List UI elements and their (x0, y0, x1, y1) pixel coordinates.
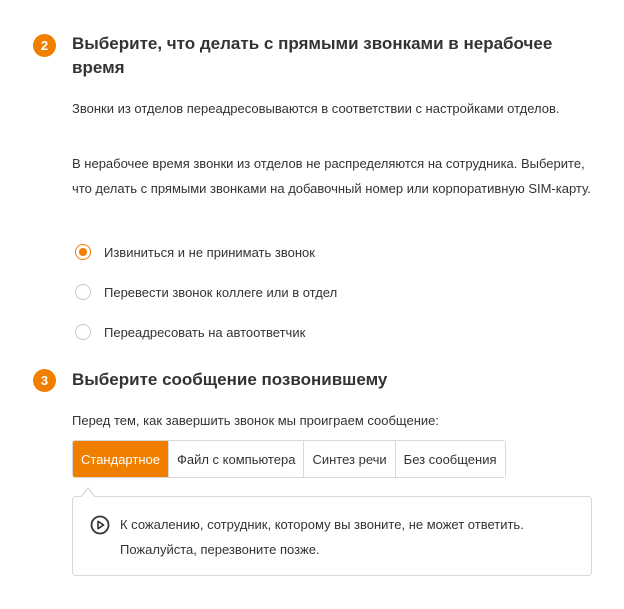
radio-button[interactable] (75, 324, 91, 340)
step-3-title: Выберите сообщение позвонившему (72, 370, 388, 389)
message-type-tabs: Стандартное Файл с компьютера Синтез реч… (72, 440, 506, 478)
step-3-intro: Перед тем, как завершить звонок мы проиг… (72, 413, 439, 428)
message-text: К сожалению, сотрудник, которому вы звон… (120, 517, 524, 557)
step-2-paragraph-after-hours: В нерабочее время звонки из отделов не р… (72, 156, 591, 196)
option-label: Перевести звонок коллеге или в отдел (104, 284, 338, 300)
option-label: Извиниться и не принимать звонок (104, 244, 315, 260)
option-label: Переадресовать на автоответчик (104, 324, 306, 340)
step-2-badge: 2 (33, 34, 56, 57)
step-3-badge: 3 (33, 369, 56, 392)
tab-standard[interactable]: Стандартное (73, 441, 168, 477)
radio-button[interactable] (75, 284, 91, 300)
tab-speech-synthesis[interactable]: Синтез речи (303, 441, 395, 477)
tab-no-message[interactable]: Без сообщения (394, 441, 505, 477)
play-circle-icon[interactable] (90, 515, 110, 535)
tab-file-from-computer[interactable]: Файл с компьютера (167, 441, 304, 477)
option-voicemail[interactable]: Переадресовать на автоответчик (75, 322, 305, 342)
option-apologize-decline[interactable]: Извиниться и не принимать звонок (75, 242, 315, 262)
step-2-title: Выберите, что делать с прямыми звонками … (72, 34, 553, 77)
step-2-paragraph-departments: Звонки из отделов переадресовываются в с… (72, 101, 560, 116)
option-transfer-colleague[interactable]: Перевести звонок коллеге или в отдел (75, 282, 337, 302)
radio-button-checked[interactable] (75, 244, 91, 260)
